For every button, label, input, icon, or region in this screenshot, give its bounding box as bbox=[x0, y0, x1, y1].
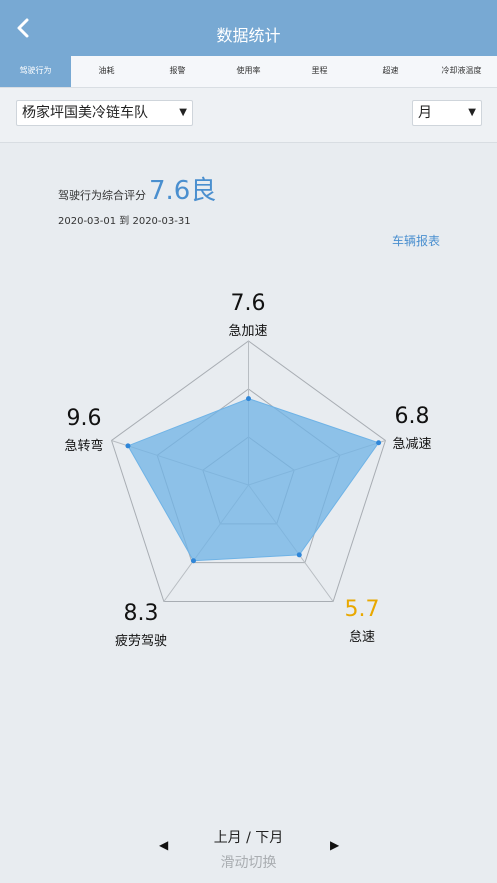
radar-series bbox=[125, 396, 382, 564]
category-tabs: 驾驶行为 油耗 报警 使用率 里程 超速 冷却液温度 bbox=[0, 56, 497, 88]
radar-axis-label: 怠速 bbox=[349, 629, 375, 645]
radar-axis-value: 6.8 bbox=[395, 404, 430, 429]
swipe-hint: 滑动切换 bbox=[220, 855, 277, 871]
tab-fuel-consumption[interactable]: 油耗 bbox=[71, 56, 142, 87]
radar-axis-label: 疲劳驾驶 bbox=[115, 633, 167, 649]
radar-data-point bbox=[190, 558, 196, 564]
period-select-value: 月 bbox=[418, 105, 432, 121]
tab-alarms[interactable]: 报警 bbox=[142, 56, 213, 87]
tab-usage-rate[interactable]: 使用率 bbox=[213, 56, 284, 87]
radar-series-area bbox=[127, 398, 380, 562]
app-header: 数据统计 bbox=[0, 0, 497, 56]
right-triangle-icon[interactable]: ▶ bbox=[330, 838, 339, 852]
period-switch-text[interactable]: 上月 / 下月 bbox=[0, 827, 497, 847]
date-range: 2020-03-01 到 2020-03-31 bbox=[58, 216, 191, 227]
page-title: 数据统计 bbox=[216, 26, 281, 45]
period-select[interactable]: 月 ▼ bbox=[412, 100, 482, 126]
tab-speeding[interactable]: 超速 bbox=[355, 56, 426, 87]
radar-axis-label: 急加速 bbox=[228, 324, 267, 339]
filter-bar: 杨家坪国美冷链车队 ▼ 月 ▼ bbox=[0, 88, 497, 143]
radar-data-point bbox=[296, 552, 302, 558]
dropdown-caret-icon: ▼ bbox=[468, 107, 476, 118]
period-pager: ◀ 上月 / 下月 滑动切换 ▶ bbox=[0, 825, 497, 875]
tab-driving-behavior[interactable]: 驾驶行为 bbox=[0, 56, 71, 87]
radar-axis-value: 7.6 bbox=[231, 291, 266, 316]
tab-coolant-temperature[interactable]: 冷却液温度 bbox=[426, 56, 497, 87]
fleet-select-value: 杨家坪国美冷链车队 bbox=[22, 105, 148, 121]
radar-data-point bbox=[125, 443, 131, 449]
radar-axis-value: 5.7 bbox=[345, 597, 380, 622]
radar-axis-value: 8.3 bbox=[124, 601, 159, 626]
radar-axis-label: 急转弯 bbox=[64, 438, 103, 454]
score-label: 驾驶行为综合评分 bbox=[58, 189, 146, 202]
dropdown-caret-icon: ▼ bbox=[179, 107, 187, 118]
score-value: 7.6良 bbox=[149, 176, 217, 206]
vehicle-report-link[interactable]: 车辆报表 bbox=[392, 232, 440, 249]
radar-axis-value: 9.6 bbox=[67, 406, 102, 431]
fleet-select[interactable]: 杨家坪国美冷链车队 ▼ bbox=[16, 100, 193, 126]
tab-mileage[interactable]: 里程 bbox=[284, 56, 355, 87]
radar-axis-label: 急减速 bbox=[392, 437, 431, 452]
radar-data-point bbox=[246, 396, 251, 402]
radar-data-point bbox=[376, 440, 382, 446]
driving-behavior-radar-chart: 7.6 急加速 6.8 急减速 5.7 怠速 8.3 疲劳驾驶 9.6 急转弯 bbox=[64, 291, 431, 649]
